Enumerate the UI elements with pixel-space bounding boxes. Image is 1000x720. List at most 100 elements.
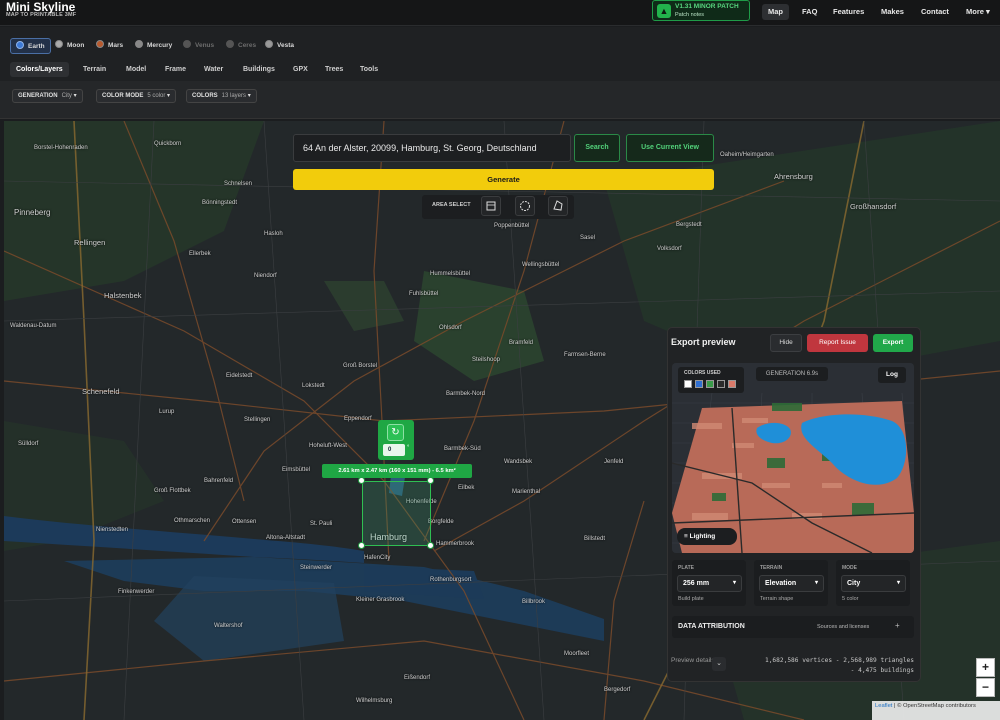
nav-map[interactable]: Map xyxy=(762,4,789,20)
map-label: Poppenbüttel xyxy=(494,223,530,229)
planet-mars[interactable]: Mars xyxy=(96,38,123,54)
zoom-in-button[interactable]: + xyxy=(976,658,995,677)
report-issue-button[interactable]: Report Issue xyxy=(807,334,868,352)
terrain-select[interactable]: Elevation ▾ xyxy=(759,575,824,592)
data-attribution-title: DATA ATTRIBUTION xyxy=(678,623,745,630)
color-swatch xyxy=(728,380,736,388)
nav-more[interactable]: More ▾ xyxy=(960,4,996,20)
sources-licenses-link[interactable]: Sources and licenses xyxy=(817,624,869,630)
tab-terrain[interactable]: Terrain xyxy=(83,62,106,77)
map-label: Kleiner Grasbrook xyxy=(356,597,405,603)
planet-earth[interactable]: Earth xyxy=(10,38,51,54)
map-label: Ahrensburg xyxy=(774,172,813,181)
planet-vesta[interactable]: Vesta xyxy=(265,38,294,54)
color-swatch xyxy=(695,380,703,388)
lighting-label: Lighting xyxy=(689,533,716,540)
map-label: Finkenwerder xyxy=(118,589,155,595)
plus-icon[interactable]: + xyxy=(895,621,900,630)
planet-ceres[interactable]: Ceres xyxy=(226,38,256,54)
map-label: Othmarschen xyxy=(174,518,211,524)
generation-select[interactable]: GENERATION City ▾ xyxy=(12,89,83,103)
rotate-icon[interactable]: ↻ xyxy=(387,424,404,441)
map-label: Schenefeld xyxy=(82,387,120,396)
resize-handle[interactable] xyxy=(358,477,365,484)
vesta-icon xyxy=(265,40,273,48)
export-button[interactable]: Export xyxy=(873,334,913,352)
nav-contact[interactable]: Contact xyxy=(915,4,955,20)
tab-buildings[interactable]: Buildings xyxy=(243,62,275,77)
zoom-out-button[interactable]: − xyxy=(976,678,995,697)
log-button[interactable]: Log xyxy=(878,367,906,383)
map-label: Barmbek-Nord xyxy=(446,391,486,397)
planet-label: Venus xyxy=(195,42,215,49)
map-label: Groß Borstel xyxy=(343,363,378,369)
chevron-down-icon: ▾ xyxy=(732,580,736,586)
option-value: City xyxy=(61,93,72,99)
tab-trees[interactable]: Trees xyxy=(325,62,343,77)
colors-select[interactable]: COLORS 13 layers ▾ xyxy=(186,89,257,103)
resize-handle[interactable] xyxy=(427,477,434,484)
planet-moon[interactable]: Moon xyxy=(55,38,84,54)
tab-gpx[interactable]: GPX xyxy=(293,62,308,77)
mercury-icon xyxy=(135,40,143,48)
app-subtitle: MAP TO PRINTABLE 3MF xyxy=(6,12,77,18)
tab-model[interactable]: Model xyxy=(126,62,146,77)
mode-sub: 5 color xyxy=(842,596,859,602)
area-select-label: AREA SELECT xyxy=(432,202,471,208)
use-current-view-button[interactable]: Use Current View xyxy=(626,134,714,162)
generate-button[interactable]: Generate xyxy=(293,169,714,190)
patch-title: V1.31 MINOR PATCH xyxy=(675,3,739,10)
leaflet-link[interactable]: Leaflet xyxy=(875,703,892,709)
nav-makes[interactable]: Makes xyxy=(875,4,910,20)
planet-mercury[interactable]: Mercury xyxy=(135,38,172,54)
tab-bar xyxy=(0,57,1000,81)
map-label: Nienstedten xyxy=(96,527,129,533)
stats-line-2: - 4,475 buildings xyxy=(850,667,914,674)
map-label: Großhansdorf xyxy=(850,202,897,211)
preview-stats: 1,682,586 vertices - 2,568,989 triangles… xyxy=(732,656,914,676)
mode-select[interactable]: City ▾ xyxy=(841,575,906,592)
rotation-unit: ° xyxy=(407,445,410,451)
map-label: Halstenbek xyxy=(104,291,142,300)
map-label: Bergedorf xyxy=(604,687,631,693)
resize-handle[interactable] xyxy=(427,542,434,549)
option-label: COLORS xyxy=(192,93,218,99)
map-label: Altona-Altstadt xyxy=(266,535,306,541)
map-label: Eimsbüttel xyxy=(282,467,311,473)
patch-notes-button[interactable]: ▲ V1.31 MINOR PATCH Patch notes xyxy=(652,0,750,21)
plate-select[interactable]: 256 mm ▾ xyxy=(677,575,742,592)
tab-frame[interactable]: Frame xyxy=(165,62,186,77)
planet-venus[interactable]: Venus xyxy=(183,38,214,54)
planet-label: Moon xyxy=(67,42,85,49)
chevron-down-icon[interactable]: ⌄ xyxy=(712,657,726,671)
map-label: Eilbek xyxy=(458,485,475,491)
address-search-input[interactable]: 64 An der Alster, 20099, Hamburg, St. Ge… xyxy=(293,134,571,162)
moon-icon xyxy=(55,40,63,48)
map-label: Jenfeld xyxy=(604,459,624,465)
rotation-input[interactable]: 0 xyxy=(383,444,405,456)
tab-tools[interactable]: Tools xyxy=(360,62,378,77)
map-label: Moorfleet xyxy=(564,651,590,657)
map-label: Wilhelmsburg xyxy=(356,698,393,704)
hide-button[interactable]: Hide xyxy=(770,334,802,352)
plate-value: 256 mm xyxy=(683,580,710,587)
map-label: St. Pauli xyxy=(310,521,333,527)
plate-sub: Build plate xyxy=(678,596,704,602)
nav-faq[interactable]: FAQ xyxy=(796,4,823,20)
lighting-button[interactable]: ≡ Lighting xyxy=(677,528,737,545)
map-label: Waldenau-Datum xyxy=(10,323,57,329)
circle-select-button[interactable] xyxy=(515,196,535,216)
tab-colors-layers[interactable]: Colors/Layers xyxy=(10,62,69,77)
tab-water[interactable]: Water xyxy=(204,62,223,77)
polygon-select-button[interactable] xyxy=(548,196,568,216)
color-swatch xyxy=(717,380,725,388)
map-label: Wandsbek xyxy=(504,459,533,465)
option-label: COLOR MODE xyxy=(102,93,144,99)
color-mode-select[interactable]: COLOR MODE 5 color ▾ xyxy=(96,89,177,103)
rectangle-select-button[interactable] xyxy=(481,196,501,216)
map-label: Marienthal xyxy=(512,489,541,495)
search-button[interactable]: Search xyxy=(574,134,620,162)
nav-features[interactable]: Features xyxy=(827,4,870,20)
selection-area[interactable] xyxy=(362,481,431,546)
resize-handle[interactable] xyxy=(358,542,365,549)
